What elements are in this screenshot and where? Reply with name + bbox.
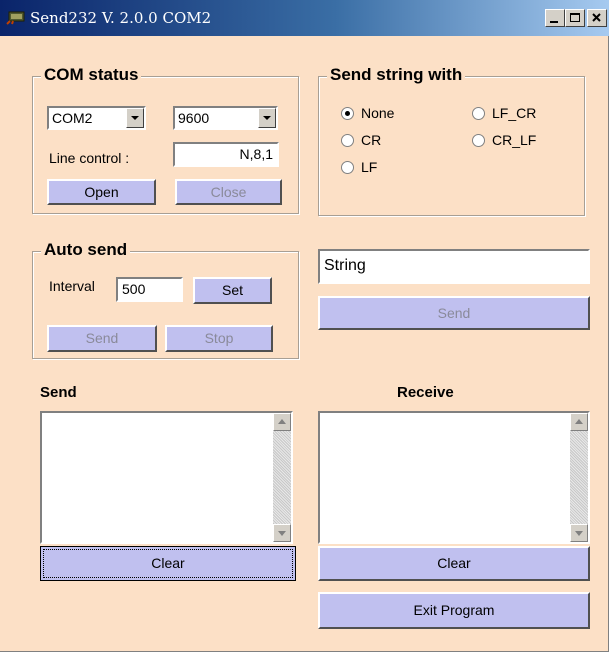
- radio-lf-label: LF: [361, 159, 378, 175]
- receive-listbox[interactable]: [318, 411, 590, 544]
- radio-cr[interactable]: [341, 134, 354, 147]
- receive-clear-button[interactable]: Clear: [318, 546, 590, 581]
- open-button[interactable]: Open: [47, 179, 156, 205]
- send-scrollbar[interactable]: [273, 413, 291, 542]
- send-scroll-down[interactable]: [273, 524, 291, 542]
- radio-cr-lf-label: CR_LF: [492, 132, 537, 148]
- scroll-down-icon: [278, 531, 286, 536]
- send-clear-button[interactable]: Clear: [40, 546, 296, 581]
- radio-cr-label: CR: [361, 132, 382, 148]
- minimize-button[interactable]: [545, 9, 565, 27]
- string-input[interactable]: String: [318, 249, 590, 284]
- scroll-down-icon: [575, 531, 583, 536]
- minimize-icon: [550, 21, 558, 23]
- baud-rate-select[interactable]: 9600: [173, 106, 278, 130]
- send-string-with-group: Send string with: [318, 65, 585, 216]
- send-clear-label: Clear: [151, 555, 185, 571]
- radio-none-label: None: [361, 105, 395, 121]
- receive-scrollbar[interactable]: [570, 413, 588, 542]
- receive-panel-title: Receive: [397, 384, 454, 401]
- send-string-with-legend: Send string with: [327, 65, 466, 85]
- window-title: Send232 V. 2.0.0 COM2: [30, 9, 212, 27]
- radio-selected-dot: [345, 111, 350, 116]
- send-string-button[interactable]: Send: [318, 296, 590, 330]
- baud-rate-value: 9600: [178, 110, 210, 126]
- close-button[interactable]: [587, 9, 607, 27]
- radio-cr-lf[interactable]: [472, 134, 485, 147]
- auto-send-legend: Auto send: [41, 240, 131, 260]
- radio-none[interactable]: [341, 107, 354, 120]
- interval-field[interactable]: 500: [116, 277, 183, 302]
- com-port-select[interactable]: COM2: [47, 106, 146, 130]
- radio-lf[interactable]: [341, 161, 354, 174]
- baud-rate-dropdown[interactable]: [258, 108, 276, 128]
- set-interval-button[interactable]: Set: [193, 277, 272, 304]
- close-icon: [592, 13, 601, 22]
- com-port-value: COM2: [52, 110, 93, 126]
- auto-send-button[interactable]: Send: [47, 325, 157, 352]
- send-scroll-up[interactable]: [273, 413, 291, 431]
- interval-label: Interval: [49, 278, 95, 294]
- app-icon: [6, 11, 25, 25]
- com-port-dropdown[interactable]: [126, 108, 144, 128]
- radio-lf-cr-label: LF_CR: [492, 105, 537, 121]
- exit-program-button[interactable]: Exit Program: [318, 592, 590, 629]
- title-bar[interactable]: Send232 V. 2.0.0 COM2: [0, 0, 609, 36]
- auto-stop-button[interactable]: Stop: [165, 325, 273, 352]
- maximize-button[interactable]: [565, 9, 585, 27]
- dropdown-arrow-icon: [263, 116, 271, 120]
- receive-scroll-up[interactable]: [570, 413, 588, 431]
- close-port-button[interactable]: Close: [175, 179, 282, 205]
- line-control-field[interactable]: N,8,1: [173, 142, 279, 167]
- app-window: Send232 V. 2.0.0 COM2 COM status COM2 96…: [0, 0, 609, 652]
- scroll-up-icon: [575, 419, 583, 424]
- send-listbox[interactable]: [40, 411, 293, 544]
- line-control-label: Line control :: [49, 150, 130, 166]
- com-status-legend: COM status: [41, 65, 142, 85]
- send-panel-title: Send: [40, 384, 77, 401]
- receive-scroll-down[interactable]: [570, 524, 588, 542]
- radio-lf-cr[interactable]: [472, 107, 485, 120]
- maximize-icon: [570, 13, 580, 22]
- scroll-up-icon: [278, 419, 286, 424]
- dropdown-arrow-icon: [131, 116, 139, 120]
